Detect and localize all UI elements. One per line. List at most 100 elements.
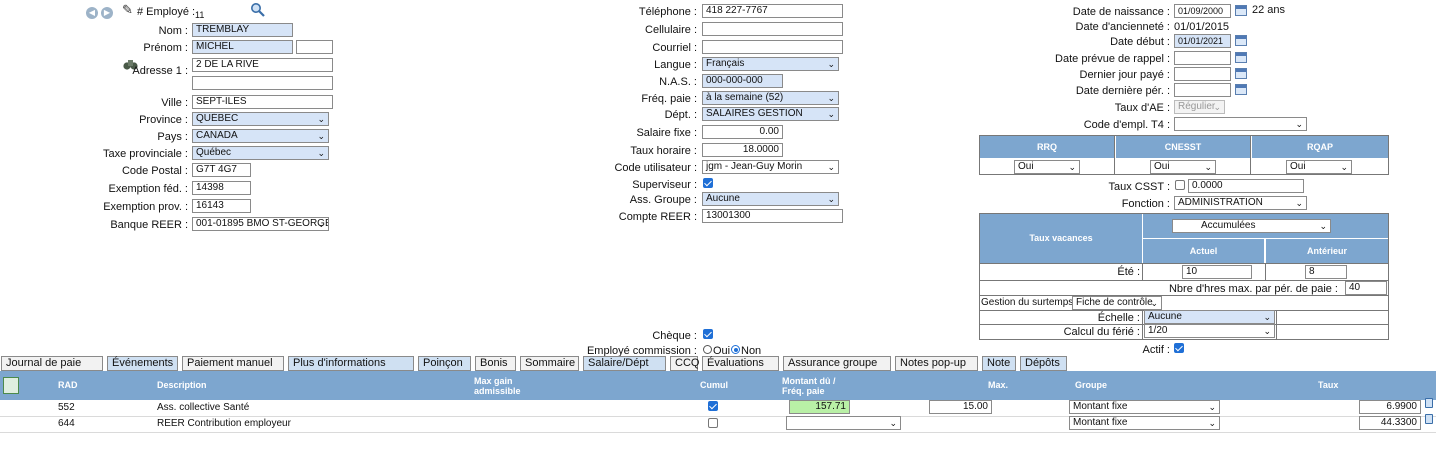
taxe-select[interactable]: Québec ⌄ (192, 146, 329, 160)
exfed-field[interactable]: 14398 (192, 181, 251, 195)
calendar-icon[interactable] (1235, 68, 1247, 79)
calendar-icon[interactable] (1235, 52, 1247, 63)
tel-field[interactable]: 418 227-7767 (702, 4, 843, 18)
rrq-select[interactable]: Oui ⌄ (1014, 160, 1080, 174)
cnesst-header: CNESST (1116, 136, 1250, 158)
tab-1[interactable]: Événements (107, 356, 178, 371)
commission-non-radio[interactable] (731, 345, 740, 354)
row-montant-select[interactable]: ⌄ (786, 416, 901, 430)
row-groupe-select[interactable]: Montant fixe ⌄ (1069, 400, 1220, 414)
adresse1-field[interactable]: 2 DE LA RIVE (192, 58, 333, 72)
prenom-field[interactable]: MICHEL (192, 40, 293, 54)
edit-icon[interactable]: ✎ (122, 3, 133, 17)
cnesst-select[interactable]: Oui ⌄ (1150, 160, 1216, 174)
trash-icon[interactable] (1425, 414, 1433, 424)
tab-6[interactable]: Sommaire (520, 356, 579, 371)
nav-next-icon[interactable]: ▶ (101, 7, 113, 19)
row-taux-field[interactable]: 6.9900 (1359, 400, 1421, 414)
row-taux-field[interactable]: 44.3300 (1359, 416, 1421, 430)
salfixe-label: Salaire fixe : (636, 127, 697, 139)
langue-select[interactable]: Français ⌄ (702, 57, 839, 71)
salfixe-field[interactable]: 0.00 (702, 125, 783, 139)
cell-field[interactable] (702, 22, 843, 36)
vacances-mode-select[interactable]: Accumulées ⌄ (1172, 219, 1331, 233)
province-select[interactable]: QUÉBEC ⌄ (192, 112, 329, 126)
derniereper-field[interactable] (1174, 83, 1231, 97)
nbre-field[interactable]: 40 (1345, 281, 1387, 295)
assgroupe-label: Ass. Groupe : (629, 194, 697, 206)
tab-5[interactable]: Bonis (475, 356, 516, 371)
grid-divider (1250, 136, 1251, 174)
calendar-icon[interactable] (1235, 35, 1247, 46)
row-montant-field[interactable]: 157.71 (789, 400, 850, 414)
tab-2[interactable]: Paiement manuel (182, 356, 284, 371)
tab-0[interactable]: Journal de paie (1, 356, 103, 371)
cheque-label: Chèque : (652, 330, 697, 342)
surtemps-select[interactable]: Fiche de contrôle ⌄ (1072, 296, 1162, 310)
dernierjour-field[interactable] (1174, 67, 1231, 81)
row-cumul-checkbox[interactable] (708, 401, 718, 411)
chevron-down-icon: ⌄ (1263, 326, 1271, 336)
courriel-field[interactable] (702, 40, 843, 54)
taux-field[interactable]: 18.0000 (702, 143, 783, 157)
tab-10[interactable]: Assurance groupe (783, 356, 891, 371)
initiale-field[interactable] (296, 40, 333, 54)
tauxcsst-field[interactable]: 0.0000 (1188, 179, 1304, 193)
search-icon[interactable] (250, 2, 265, 17)
debut-field[interactable]: 01/01/2021 (1174, 34, 1231, 48)
exfed-label: Exemption féd. : (108, 183, 189, 195)
nas-field[interactable]: 000-000-000 (702, 74, 783, 88)
superviseur-checkbox[interactable] (703, 178, 713, 188)
tab-3[interactable]: Plus d'informations (288, 356, 414, 371)
ete-actuel-field[interactable]: 10 (1182, 265, 1252, 279)
row-groupe-select[interactable]: Montant fixe ⌄ (1069, 416, 1220, 430)
ferie-label: Calcul du férié : (1063, 326, 1140, 338)
banque-select[interactable]: 001-01895 BMO ST-GEORGES ⌄ (192, 217, 329, 231)
fonction-select[interactable]: ADMINISTRATION ⌄ (1174, 196, 1307, 210)
nas-label: N.A.S. : (659, 76, 697, 88)
reer-label: Compte REER : (618, 211, 697, 223)
exprov-field[interactable]: 16143 (192, 199, 251, 213)
codeutil-select[interactable]: jgm - Jean-Guy Morin ⌄ (702, 160, 839, 174)
nom-field[interactable]: TREMBLAY (192, 23, 293, 37)
calendar-icon[interactable] (1235, 5, 1247, 16)
echelle-select[interactable]: Aucune ⌄ (1144, 310, 1275, 324)
codet4-select[interactable]: ⌄ (1174, 117, 1307, 131)
pays-select[interactable]: CANADA ⌄ (192, 129, 329, 143)
tab-13[interactable]: Dépôts (1020, 356, 1067, 371)
excel-icon[interactable] (3, 377, 19, 394)
tauxcsst-checkbox[interactable] (1175, 180, 1185, 190)
tab-12[interactable]: Note (982, 356, 1016, 371)
tab-4[interactable]: Poinçon (418, 356, 471, 371)
rappel-field[interactable] (1174, 51, 1231, 65)
chevron-down-icon: ⌄ (1208, 418, 1216, 428)
dept-select[interactable]: SALAIRES GESTION ⌄ (702, 107, 839, 121)
naissance-field[interactable]: 01/09/2000 (1174, 4, 1231, 18)
trash-icon[interactable] (1425, 398, 1433, 408)
ferie-select[interactable]: 1/20 ⌄ (1144, 324, 1275, 338)
actif-checkbox[interactable] (1174, 343, 1184, 353)
grid-divider (980, 263, 1388, 264)
ete-anterieur-field[interactable]: 8 (1305, 265, 1347, 279)
commission-oui-radio[interactable] (703, 345, 712, 354)
tauxae-select[interactable]: Régulier ⌄ (1174, 100, 1225, 114)
tab-9[interactable]: Évaluations (702, 356, 779, 371)
tab-11[interactable]: Notes pop-up (895, 356, 978, 371)
dernierjour-label: Dernier jour payé : (1079, 69, 1171, 81)
assgroupe-select[interactable]: Aucune ⌄ (702, 192, 839, 206)
cp-field[interactable]: G7T 4G7 (192, 163, 251, 177)
row-rad: 552 (58, 402, 75, 413)
row-cumul-checkbox[interactable] (708, 418, 718, 428)
nav-prev-icon[interactable]: ◀ (86, 7, 98, 19)
tab-8[interactable]: CCQ (670, 356, 699, 371)
ville-field[interactable]: SEPT-ILES (192, 95, 333, 109)
row-max-field[interactable]: 15.00 (929, 400, 992, 414)
rqap-select[interactable]: Oui ⌄ (1286, 160, 1352, 174)
chevron-down-icon: ⌄ (889, 418, 897, 428)
calendar-icon[interactable] (1235, 84, 1247, 95)
tab-7[interactable]: Salaire/Dépt (583, 356, 666, 371)
adresse2-field[interactable] (192, 76, 333, 90)
reer-field[interactable]: 13001300 (702, 209, 843, 223)
freq-select[interactable]: à la semaine (52) ⌄ (702, 91, 839, 105)
cheque-checkbox[interactable] (703, 329, 713, 339)
